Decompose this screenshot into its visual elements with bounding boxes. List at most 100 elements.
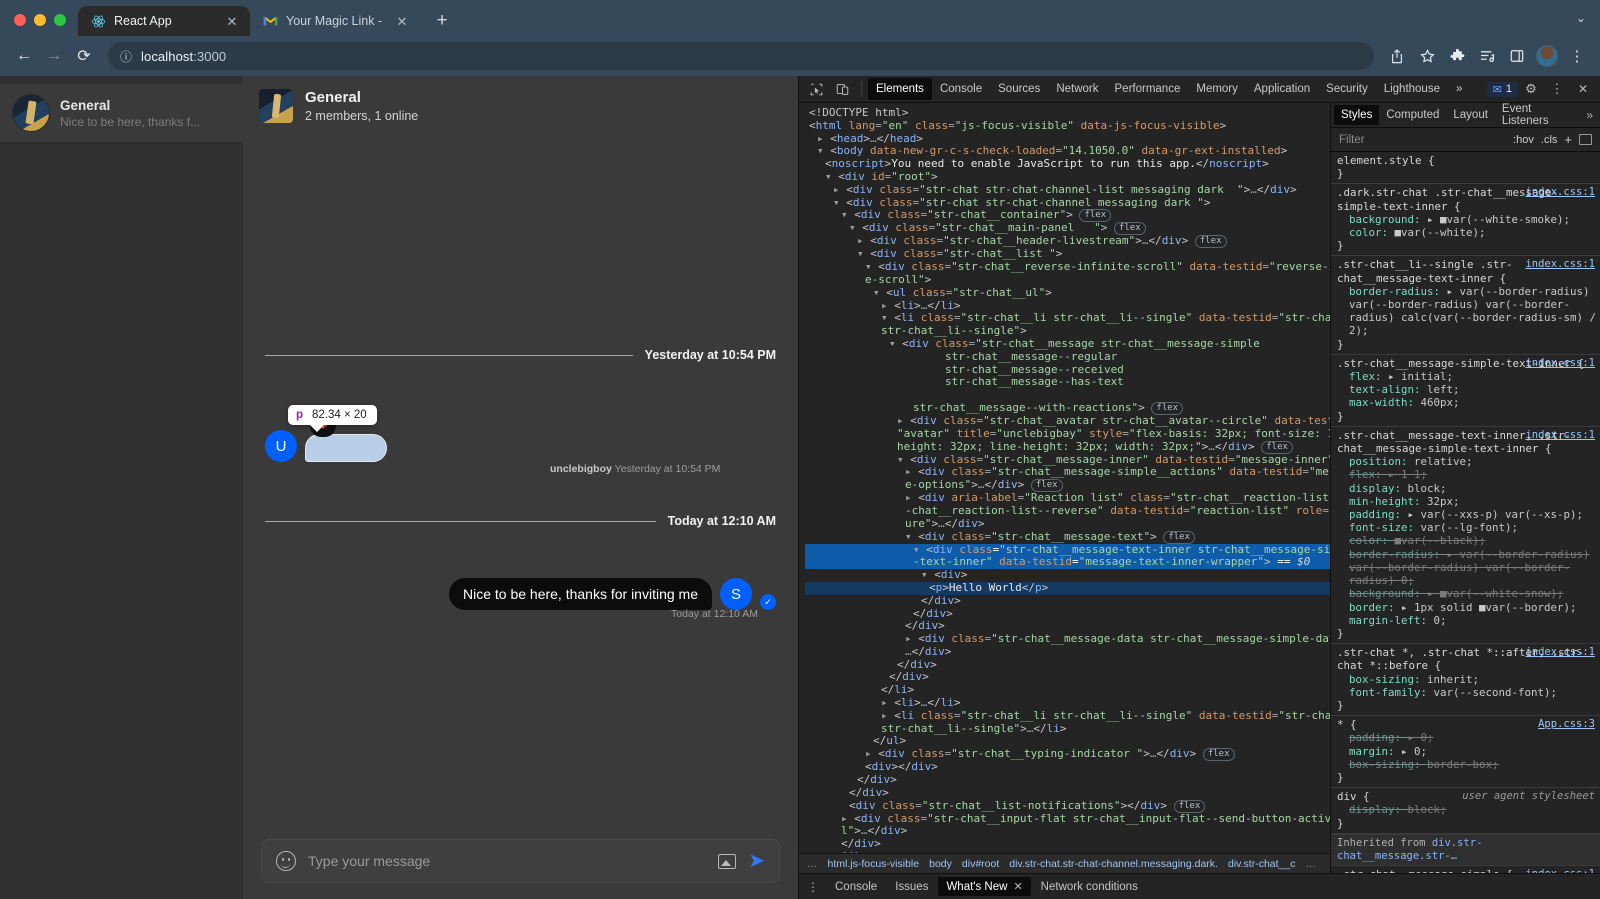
breadcrumb-item[interactable]: body: [929, 858, 952, 870]
style-property[interactable]: color: ■var(--white);: [1337, 226, 1596, 239]
send-button[interactable]: ➤: [748, 851, 765, 871]
style-rule[interactable]: App.css:3 * {padding: ▸ 0; margin: ▸ 0; box…: [1331, 716, 1600, 789]
tab-layout[interactable]: Layout: [1446, 105, 1495, 125]
breadcrumb-item[interactable]: div#root: [962, 858, 999, 870]
tab-styles[interactable]: Styles: [1334, 105, 1380, 125]
drawer-tab-whats-new[interactable]: What's New ✕: [938, 877, 1031, 896]
dom-node-line[interactable]: ▾ <div>: [805, 568, 1330, 582]
browser-menu-button[interactable]: ⋮: [1564, 43, 1590, 69]
styles-rule-list[interactable]: element.style {} index.css:1 .dark.str-cha…: [1331, 152, 1600, 873]
style-rule[interactable]: index.css:1 .str-chat__li--single .str-ch…: [1331, 256, 1600, 355]
style-property[interactable]: position: relative;: [1337, 455, 1596, 468]
tab-event-listeners[interactable]: Event Listeners: [1495, 103, 1582, 127]
reload-button[interactable]: ⟳: [70, 42, 98, 70]
style-property[interactable]: min-height: 32px;: [1337, 495, 1596, 508]
drawer-tab-network-conditions[interactable]: Network conditions: [1033, 877, 1146, 896]
forward-button[interactable]: →: [40, 42, 68, 70]
dom-node-line[interactable]: </div>: [805, 850, 1330, 853]
chevron-down-icon[interactable]: ⌄: [1576, 11, 1600, 36]
breadcrumb-item[interactable]: html.js-focus-visible: [828, 858, 920, 870]
tab-computed[interactable]: Computed: [1379, 105, 1446, 125]
dom-tree[interactable]: <!DOCTYPE html> <html lang="en" class="js…: [799, 103, 1330, 853]
style-rule[interactable]: index.css:1 .dark.str-chat .str-chat__mes…: [1331, 184, 1600, 257]
styles-filter-input[interactable]: Filter: [1339, 134, 1506, 146]
style-property[interactable]: padding: ▸ var(--xxs-p) var(--xs-p);: [1337, 508, 1596, 521]
breadcrumb-item[interactable]: …: [807, 858, 818, 870]
bookmark-star-icon[interactable]: [1414, 43, 1440, 69]
new-tab-button[interactable]: +: [428, 6, 456, 34]
image-attach-icon[interactable]: [718, 853, 737, 869]
devtools-tab-sources[interactable]: Sources: [990, 78, 1048, 100]
dom-node-line[interactable]: </div>: [805, 594, 1330, 608]
style-property[interactable]: font-family: var(--second-font);: [1337, 686, 1596, 699]
emoji-smiley-icon[interactable]: [276, 851, 296, 871]
style-property[interactable]: border: ▸ 1px solid ■var(--border);: [1337, 601, 1596, 614]
drawer-tab-console[interactable]: Console: [827, 877, 885, 896]
dom-node-line[interactable]: e-scroll">: [805, 273, 1330, 287]
devtools-tab-elements[interactable]: Elements: [868, 78, 932, 100]
close-icon[interactable]: ✕: [394, 13, 410, 29]
style-property[interactable]: display: block;: [1337, 482, 1596, 495]
style-property[interactable]: margin: ▸ 0;: [1337, 745, 1596, 758]
close-window-button[interactable]: [14, 14, 26, 26]
breadcrumb-item[interactable]: …: [1305, 858, 1316, 870]
dom-node-line[interactable]: str-chat__message--has-text: [805, 375, 1330, 389]
style-property[interactable]: background: ▸ ■var(--white-smoke);: [1337, 213, 1596, 226]
style-property[interactable]: background: ▸ ■var(--white-snow);: [1337, 587, 1596, 600]
style-property[interactable]: margin-left: 0;: [1337, 614, 1596, 627]
message-bubble-sent[interactable]: Nice to be here, thanks for inviting me: [448, 578, 712, 611]
styles-tab-overflow-icon[interactable]: »: [1582, 108, 1597, 122]
devtools-tab-memory[interactable]: Memory: [1188, 78, 1246, 100]
devtools-tab-application[interactable]: Application: [1246, 78, 1318, 100]
site-info-icon[interactable]: ⓘ: [120, 48, 132, 65]
issues-badge[interactable]: ✉ 1: [1486, 81, 1518, 97]
dom-node-line[interactable]: …</div>: [805, 645, 1330, 659]
dom-node-line[interactable]: …▾ <div class="str-chat__message-text-in…: [805, 543, 1330, 557]
dom-node-line[interactable]: </div>: [805, 607, 1330, 621]
dom-node-line[interactable]: l">…</div>: [805, 825, 1330, 838]
browser-tab-magic-link[interactable]: Your Magic Link - ayodelesam ✕: [250, 6, 420, 36]
hov-toggle[interactable]: :hov: [1513, 134, 1534, 146]
side-panel-icon[interactable]: [1504, 43, 1530, 69]
dom-node-line[interactable]: </div>: [805, 837, 1330, 851]
devtools-tab-network[interactable]: Network: [1048, 78, 1106, 100]
devtools-tab-performance[interactable]: Performance: [1107, 78, 1189, 100]
message-composer[interactable]: Type your message ➤: [261, 839, 780, 883]
browser-tab-react-app[interactable]: React App ✕: [78, 6, 250, 36]
device-toolbar-icon[interactable]: [829, 78, 855, 100]
close-icon[interactable]: ✕: [224, 13, 240, 29]
dom-node-line[interactable]: -text-inner" data-testid="message-text-i…: [805, 555, 1330, 570]
message-input[interactable]: Type your message: [308, 853, 706, 869]
style-property[interactable]: font-size: var(--lg-font);: [1337, 521, 1596, 534]
devtools-tab-security[interactable]: Security: [1318, 78, 1376, 100]
minimize-window-button[interactable]: [34, 14, 46, 26]
settings-gear-icon[interactable]: ⚙: [1518, 78, 1544, 100]
dom-node-line[interactable]: ▸ <div class="str-chat__message-simple__…: [805, 465, 1330, 479]
breadcrumb-item[interactable]: div.str-chat.str-chat-channel.messaging.…: [1009, 858, 1218, 870]
style-source[interactable]: user agent stylesheet: [1462, 790, 1595, 803]
style-property[interactable]: color: ■var(--black);: [1337, 534, 1596, 547]
devtools-tab-console[interactable]: Console: [932, 78, 990, 100]
style-rule[interactable]: index.css:1 .str-chat__message-simple-tex…: [1331, 355, 1600, 427]
style-rule[interactable]: index.css:1 .str-chat__message-text-inner…: [1331, 427, 1600, 645]
style-source[interactable]: index.css:1: [1525, 646, 1595, 659]
style-property[interactable]: max-width: 460px;: [1337, 396, 1596, 409]
dom-node-line[interactable]: ▸ <div class="str-chat__message-data str…: [805, 632, 1330, 646]
share-icon[interactable]: [1384, 43, 1410, 69]
style-rule[interactable]: user agent stylesheet div {display: block…: [1331, 788, 1600, 834]
devtools-close-icon[interactable]: ✕: [1570, 78, 1596, 100]
style-rule[interactable]: index.css:1.str-chat__message-simple {fo…: [1331, 866, 1600, 873]
drawer-tab-issues[interactable]: Issues: [887, 877, 936, 896]
style-selector[interactable]: element.style {: [1337, 154, 1596, 167]
inspect-element-icon[interactable]: [803, 78, 829, 100]
reading-list-icon[interactable]: [1474, 43, 1500, 69]
avatar[interactable]: S: [720, 578, 752, 611]
message-bubble-received[interactable]: [305, 434, 387, 463]
dom-node-line[interactable]: </div>: [805, 658, 1330, 672]
extensions-puzzle-icon[interactable]: [1444, 43, 1470, 69]
address-bar[interactable]: ⓘ localhost:3000: [108, 42, 1374, 70]
style-property[interactable]: text-align: left;: [1337, 383, 1596, 396]
dom-node-line[interactable]: -chat__reaction-list--reverse" data-test…: [805, 504, 1330, 518]
style-source[interactable]: index.css:1: [1525, 429, 1595, 442]
channel-list-item-general[interactable]: General Nice to be here, thanks f...: [0, 84, 243, 142]
